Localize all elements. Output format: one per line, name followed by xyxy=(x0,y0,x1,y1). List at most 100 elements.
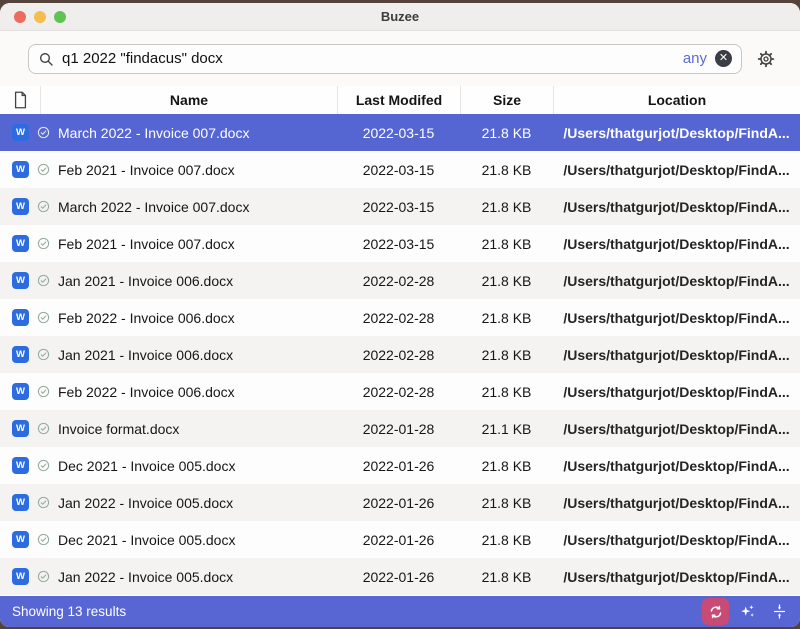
file-location: /Users/thatgurjot/Desktop/FindA... xyxy=(553,273,800,289)
file-size: 21.8 KB xyxy=(460,495,553,511)
file-modified: 2022-01-28 xyxy=(337,421,460,437)
file-modified: 2022-03-15 xyxy=(337,125,460,141)
file-name: Jan 2021 - Invoice 006.docx xyxy=(58,273,233,289)
word-file-icon: W xyxy=(12,198,29,215)
file-name: Feb 2021 - Invoice 007.docx xyxy=(58,236,235,252)
name-cell: W March 2022 - Invoice 007.docx xyxy=(0,198,337,215)
file-location: /Users/thatgurjot/Desktop/FindA... xyxy=(553,199,800,215)
table-row[interactable]: W Jan 2022 - Invoice 005.docx 2022-01-26… xyxy=(0,558,800,595)
name-cell: W Feb 2022 - Invoice 006.docx xyxy=(0,383,337,400)
word-file-icon: W xyxy=(12,124,29,141)
check-circle-icon xyxy=(37,200,50,213)
circle-x-icon[interactable]: ✕ xyxy=(715,50,732,67)
name-cell: W Feb 2021 - Invoice 007.docx xyxy=(0,235,337,252)
name-cell: W March 2022 - Invoice 007.docx xyxy=(0,124,337,141)
file-name: March 2022 - Invoice 007.docx xyxy=(58,125,249,141)
search-area: any ✕ xyxy=(0,31,800,86)
word-file-icon: W xyxy=(12,346,29,363)
file-location: /Users/thatgurjot/Desktop/FindA... xyxy=(553,569,800,585)
file-location: /Users/thatgurjot/Desktop/FindA... xyxy=(553,125,800,141)
file-size: 21.8 KB xyxy=(460,384,553,400)
column-size[interactable]: Size xyxy=(460,86,553,114)
table-row[interactable]: W Invoice format.docx 2022-01-28 21.1 KB… xyxy=(0,410,800,447)
name-cell: W Jan 2022 - Invoice 005.docx xyxy=(0,568,337,585)
file-modified: 2022-03-15 xyxy=(337,236,460,252)
gear-icon xyxy=(756,49,776,69)
file-size: 21.8 KB xyxy=(460,310,553,326)
table-row[interactable]: W Dec 2021 - Invoice 005.docx 2022-01-26… xyxy=(0,447,800,484)
file-modified: 2022-01-26 xyxy=(337,495,460,511)
file-size: 21.1 KB xyxy=(460,421,553,437)
table-row[interactable]: W Feb 2022 - Invoice 006.docx 2022-02-28… xyxy=(0,373,800,410)
check-circle-icon xyxy=(37,274,50,287)
check-circle-icon xyxy=(37,348,50,361)
word-file-icon: W xyxy=(12,457,29,474)
check-circle-icon xyxy=(37,311,50,324)
table-row[interactable]: W Jan 2021 - Invoice 006.docx 2022-02-28… xyxy=(0,262,800,299)
name-cell: W Jan 2021 - Invoice 006.docx xyxy=(0,346,337,363)
sparkles-button[interactable] xyxy=(734,598,761,625)
check-circle-icon xyxy=(37,385,50,398)
zoom-button[interactable] xyxy=(54,11,66,23)
column-file-type[interactable] xyxy=(0,86,40,114)
file-location: /Users/thatgurjot/Desktop/FindA... xyxy=(553,532,800,548)
table-row[interactable]: W Dec 2021 - Invoice 005.docx 2022-01-26… xyxy=(0,521,800,558)
check-circle-icon xyxy=(37,570,50,583)
search-input[interactable] xyxy=(62,50,683,67)
file-modified: 2022-03-15 xyxy=(337,199,460,215)
file-name: Jan 2022 - Invoice 005.docx xyxy=(58,569,233,585)
settings-button[interactable] xyxy=(756,49,776,69)
file-name: Jan 2021 - Invoice 006.docx xyxy=(58,347,233,363)
minimize-button[interactable] xyxy=(34,11,46,23)
collapse-vertical-button[interactable] xyxy=(766,598,793,625)
file-size: 21.8 KB xyxy=(460,273,553,289)
file-size: 21.8 KB xyxy=(460,532,553,548)
name-cell: W Dec 2021 - Invoice 005.docx xyxy=(0,457,337,474)
file-name: March 2022 - Invoice 007.docx xyxy=(58,199,249,215)
refresh-icon xyxy=(708,604,724,620)
name-cell: W Invoice format.docx xyxy=(0,420,337,437)
status-actions xyxy=(702,598,793,625)
table-row[interactable]: W March 2022 - Invoice 007.docx 2022-03-… xyxy=(0,114,800,151)
check-circle-icon xyxy=(37,496,50,509)
file-modified: 2022-01-26 xyxy=(337,569,460,585)
word-file-icon: W xyxy=(12,272,29,289)
word-file-icon: W xyxy=(12,235,29,252)
sparkles-icon xyxy=(739,603,756,620)
search-box[interactable]: any ✕ xyxy=(28,44,742,74)
table-row[interactable]: W March 2022 - Invoice 007.docx 2022-03-… xyxy=(0,188,800,225)
app-window: Buzee any ✕ xyxy=(0,3,800,627)
file-size: 21.8 KB xyxy=(460,199,553,215)
name-cell: W Feb 2021 - Invoice 007.docx xyxy=(0,161,337,178)
close-button[interactable] xyxy=(14,11,26,23)
table-row[interactable]: W Feb 2021 - Invoice 007.docx 2022-03-15… xyxy=(0,151,800,188)
file-size: 21.8 KB xyxy=(460,569,553,585)
column-location[interactable]: Location xyxy=(553,86,800,114)
refresh-button[interactable] xyxy=(702,598,729,625)
file-size: 21.8 KB xyxy=(460,347,553,363)
search-icon xyxy=(38,51,54,67)
scope-label[interactable]: any xyxy=(683,50,707,67)
file-location: /Users/thatgurjot/Desktop/FindA... xyxy=(553,236,800,252)
table-row[interactable]: W Jan 2022 - Invoice 005.docx 2022-01-26… xyxy=(0,484,800,521)
collapse-vertical-icon xyxy=(771,603,788,620)
file-size: 21.8 KB xyxy=(460,162,553,178)
file-location: /Users/thatgurjot/Desktop/FindA... xyxy=(553,384,800,400)
file-name: Dec 2021 - Invoice 005.docx xyxy=(58,532,235,548)
name-cell: W Dec 2021 - Invoice 005.docx xyxy=(0,531,337,548)
file-name: Jan 2022 - Invoice 005.docx xyxy=(58,495,233,511)
table-row[interactable]: W Feb 2021 - Invoice 007.docx 2022-03-15… xyxy=(0,225,800,262)
column-name[interactable]: Name xyxy=(40,86,337,114)
file-name: Feb 2022 - Invoice 006.docx xyxy=(58,384,235,400)
file-modified: 2022-02-28 xyxy=(337,310,460,326)
word-file-icon: W xyxy=(12,494,29,511)
file-location: /Users/thatgurjot/Desktop/FindA... xyxy=(553,458,800,474)
file-name: Feb 2022 - Invoice 006.docx xyxy=(58,310,235,326)
name-cell: W Jan 2021 - Invoice 006.docx xyxy=(0,272,337,289)
file-location: /Users/thatgurjot/Desktop/FindA... xyxy=(553,495,800,511)
file-name: Feb 2021 - Invoice 007.docx xyxy=(58,162,235,178)
table-row[interactable]: W Feb 2022 - Invoice 006.docx 2022-02-28… xyxy=(0,299,800,336)
table-row[interactable]: W Jan 2021 - Invoice 006.docx 2022-02-28… xyxy=(0,336,800,373)
file-modified: 2022-01-26 xyxy=(337,458,460,474)
column-last-modified[interactable]: Last Modifed xyxy=(337,86,460,114)
